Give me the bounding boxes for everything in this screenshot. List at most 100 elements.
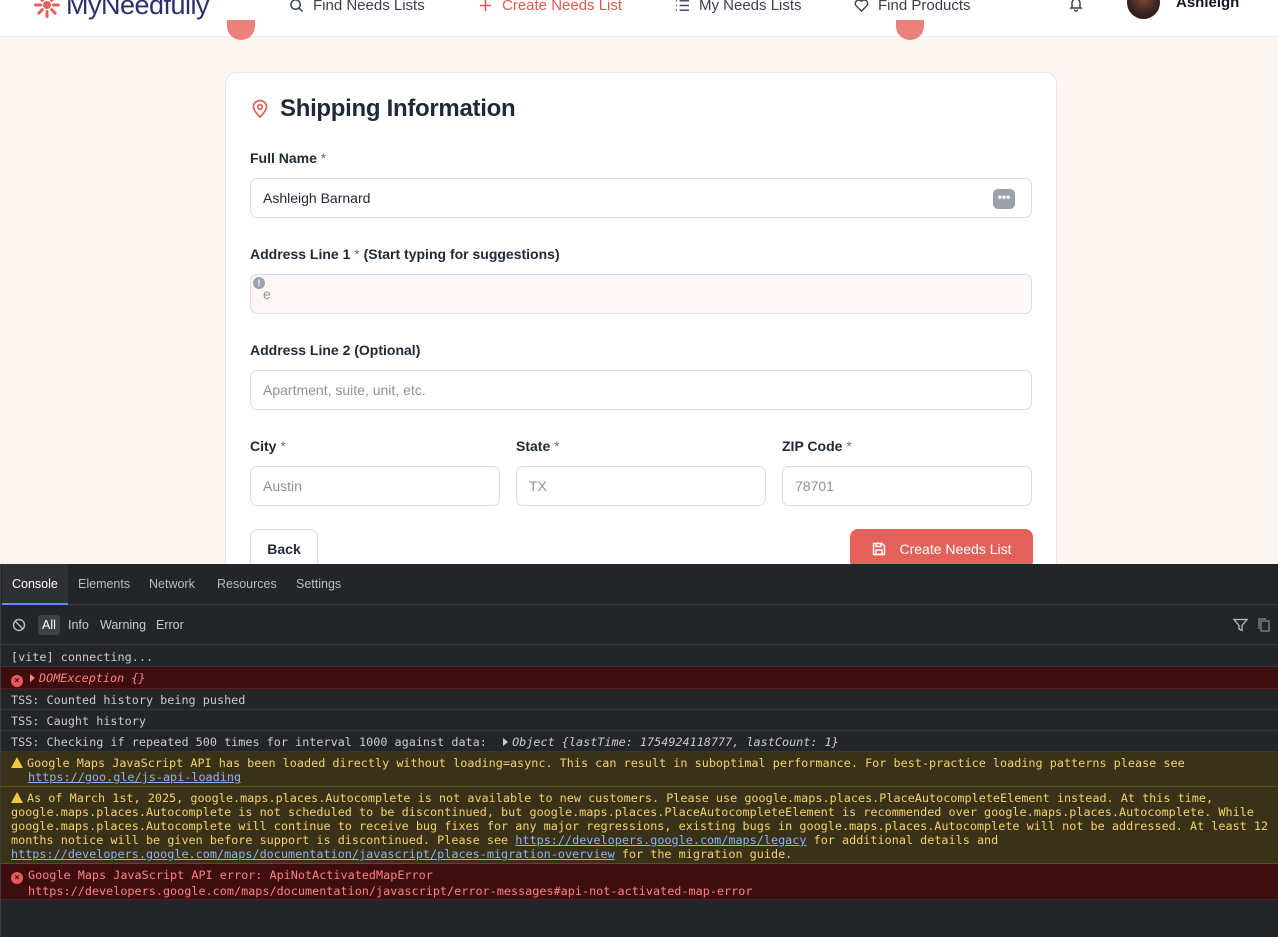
devtools-tabs: Console Elements Network Resources Setti… — [1, 564, 1278, 605]
log-link[interactable]: https://developers.google.com/maps/legac… — [515, 833, 806, 847]
shipping-card: Shipping Information Full Name * Ashleig… — [225, 72, 1057, 592]
top-navbar: MyNeedfully Find Needs Lists Create Need… — [0, 0, 1278, 37]
log-entry-warning: As of March 1st, 2025, google.maps.place… — [1, 787, 1278, 864]
full-name-input[interactable]: Ashleigh Barnard ••• — [250, 178, 1032, 218]
nav-label: Find Needs Lists — [313, 0, 425, 14]
label-text: Full Name — [250, 150, 317, 166]
info-icon: ! — [253, 277, 265, 289]
log-object[interactable]: Object {lastTime: 1754924118777, lastCou… — [512, 735, 839, 749]
zip-input[interactable]: 78701 — [782, 466, 1032, 506]
log-link[interactable]: https://goo.gle/js-api-loading — [28, 770, 241, 784]
log-entry[interactable]: TSS: Checking if repeated 500 times for … — [1, 731, 1278, 752]
nav-create-needs-list[interactable]: Create Needs List — [478, 0, 622, 16]
devtools-panel: Console Elements Network Resources Setti… — [0, 564, 1278, 937]
required-mark: * — [280, 438, 286, 454]
filter-info[interactable]: Info — [64, 615, 93, 635]
card-header: Shipping Information — [250, 95, 516, 123]
log-text: Google Maps JavaScript API error: ApiNot… — [28, 868, 433, 882]
log-entry: TSS: Caught history — [1, 710, 1278, 731]
list-icon — [675, 0, 690, 11]
log-entry-error[interactable]: × DOMException {} — [1, 667, 1278, 689]
nav-find-products[interactable]: Find Products — [854, 0, 971, 16]
log-text: https://developers.google.com/maps/docum… — [28, 884, 753, 898]
city-input[interactable]: Austin — [250, 466, 500, 506]
state-label: State * — [516, 438, 560, 454]
create-needs-list-button[interactable]: Create Needs List — [850, 529, 1033, 569]
log-text: DOMException {} — [39, 671, 146, 685]
address1-label: Address Line 1 * (Start typing for sugge… — [250, 246, 560, 262]
brand-name: MyNeedfully — [66, 0, 210, 20]
input-placeholder: TX — [529, 478, 547, 494]
log-text: TSS: Counted history being pushed — [11, 693, 246, 707]
label-text: Address Line 2 (Optional) — [250, 342, 421, 358]
log-entry: TSS: Counted history being pushed — [1, 689, 1278, 710]
address2-label: Address Line 2 (Optional) — [250, 342, 420, 358]
required-mark: * — [846, 438, 852, 454]
bell-icon[interactable] — [1068, 0, 1084, 12]
warning-icon — [11, 792, 23, 803]
tab-network[interactable]: Network — [139, 564, 205, 605]
more-dots-icon[interactable]: ••• — [993, 189, 1015, 209]
log-text: Google Maps JavaScript API has been load… — [27, 756, 1185, 770]
log-entry: [vite] connecting... — [1, 646, 1278, 667]
step-indicator — [227, 20, 255, 40]
copy-icon[interactable] — [1258, 618, 1270, 632]
brand-logo[interactable]: MyNeedfully — [32, 0, 210, 20]
label-text: ZIP Code — [782, 438, 843, 454]
clear-console-icon[interactable] — [12, 618, 26, 632]
tab-console[interactable]: Console — [2, 564, 68, 605]
address2-input[interactable]: Apartment, suite, unit, etc. — [250, 370, 1032, 410]
log-text: for the migration guide. — [621, 847, 793, 861]
section-title: Shipping Information — [280, 95, 516, 122]
tab-settings[interactable]: Settings — [286, 564, 351, 605]
city-label: City * — [250, 438, 286, 454]
log-link[interactable]: https://developers.google.com/maps/docum… — [11, 847, 615, 861]
plus-icon — [479, 0, 492, 11]
map-pin-icon — [252, 99, 268, 119]
nav-label: Create Needs List — [502, 0, 623, 14]
required-mark: * — [320, 150, 327, 166]
label-text: City — [250, 438, 277, 454]
heart-icon — [854, 0, 869, 12]
filter-all[interactable]: All — [38, 615, 60, 635]
label-text: State — [516, 438, 551, 454]
error-icon: × — [11, 872, 23, 884]
warning-icon — [11, 757, 23, 768]
back-button[interactable]: Back — [250, 529, 318, 569]
console-filter-bar: All Info Warning Error — [1, 605, 1278, 645]
input-placeholder: 78701 — [795, 478, 834, 494]
log-text: [vite] connecting... — [11, 650, 154, 664]
log-text: TSS: Checking if repeated 500 times for … — [11, 735, 487, 749]
required-mark: * — [554, 438, 560, 454]
expand-triangle-icon[interactable] — [503, 738, 509, 746]
required-mark: * — [354, 246, 360, 262]
filter-error[interactable]: Error — [152, 615, 188, 635]
save-icon — [873, 542, 886, 556]
user-name[interactable]: Ashleigh — [1176, 0, 1239, 11]
nav-label: My Needs Lists — [699, 0, 802, 14]
input-placeholder: Apartment, suite, unit, etc. — [263, 382, 426, 398]
label-hint: (Start typing for suggestions) — [363, 246, 560, 262]
filter-warning[interactable]: Warning — [96, 615, 150, 635]
search-icon — [290, 0, 304, 12]
address1-input[interactable]: ! e — [250, 274, 1032, 314]
zip-label: ZIP Code * — [782, 438, 852, 454]
avatar[interactable] — [1127, 0, 1160, 19]
logo-icon — [34, 0, 60, 18]
input-value: Ashleigh Barnard — [263, 190, 371, 206]
step-indicator — [896, 20, 924, 40]
nav-label: Find Products — [878, 0, 971, 14]
tab-resources[interactable]: Resources — [207, 564, 287, 605]
tab-elements[interactable]: Elements — [68, 564, 140, 605]
nav-my-needs-lists[interactable]: My Needs Lists — [675, 0, 802, 16]
nav-find-needs-lists[interactable]: Find Needs Lists — [289, 0, 425, 16]
state-input[interactable]: TX — [516, 466, 766, 506]
log-text: for additional details and — [813, 833, 999, 847]
expand-triangle-icon[interactable] — [30, 674, 35, 682]
input-value: e — [263, 286, 271, 302]
label-text: Address Line 1 — [250, 246, 351, 262]
log-text: TSS: Caught history — [11, 714, 146, 728]
full-name-label: Full Name * — [250, 150, 326, 166]
filter-icon[interactable] — [1233, 618, 1248, 632]
error-icon: × — [11, 675, 23, 687]
